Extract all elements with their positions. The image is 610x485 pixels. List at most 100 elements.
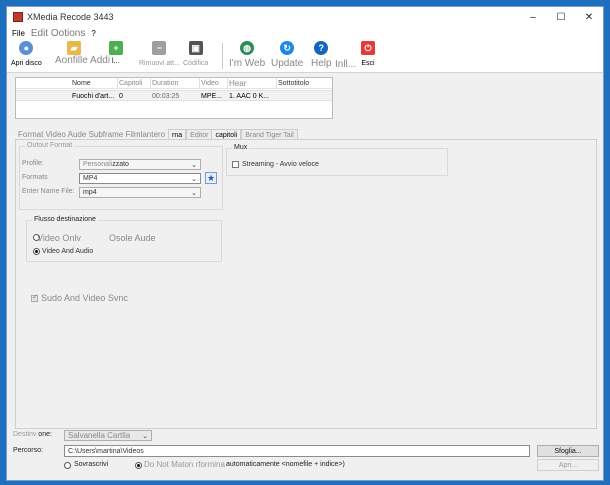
cell-name: Fuochi d'art... <box>72 93 115 100</box>
chevron-down-icon: ⌄ <box>142 432 148 440</box>
overwrite-radio[interactable] <box>64 462 71 469</box>
web-label: I'm Web <box>229 58 266 69</box>
mux-group: Mux Streaming - Avvio veloce <box>226 144 448 176</box>
cell-video: MPE... <box>201 93 223 100</box>
destination-value: Salvanella Cartlla <box>68 431 131 440</box>
extension-select[interactable]: mp4 ⌄ <box>79 187 201 198</box>
encode-label: Codifica <box>183 60 209 67</box>
encode-icon: ▣ <box>188 41 203 55</box>
update-button[interactable]: ↻ Update <box>271 41 303 69</box>
title-bar: XMedia Recode 3443 – ☐ ✕ <box>7 7 603 27</box>
minimize-button[interactable]: – <box>519 7 547 27</box>
update-label: Update <box>271 58 304 69</box>
column-divider <box>150 78 151 89</box>
column-divider <box>199 78 200 89</box>
video-audio-radio[interactable] <box>33 248 40 255</box>
app-window: XMedia Recode 3443 – ☐ ✕ File Edit Ootio… <box>6 6 604 481</box>
profile-value-suffix: zzato <box>112 161 129 168</box>
exit-button[interactable]: ⏻ Esci <box>361 41 375 67</box>
plus-icon: + <box>109 41 123 55</box>
destination-stream-group: Flusso destinazione Video Onlv Osole Aud… <box>26 216 222 262</box>
add-button[interactable]: + <box>109 41 123 55</box>
streaming-label: Streaming - Avvio veloce <box>242 161 319 168</box>
help-button[interactable]: ? Help <box>311 41 332 69</box>
extension-label: Enter Name File: <box>22 188 75 195</box>
profile-label: Profile: <box>22 160 44 167</box>
formats-select[interactable]: MP4 ⌄ <box>79 173 201 184</box>
web-button[interactable]: ◍ I'm Web <box>229 41 265 69</box>
refresh-icon: ↻ <box>280 41 295 55</box>
no-overwrite-radio[interactable] <box>135 462 142 469</box>
globe-icon: ◍ <box>240 41 255 55</box>
cell-duration: 00:03:25 <box>152 93 180 100</box>
extension-value: mp4 <box>83 189 97 196</box>
tab-panel: Outout Format Profile: Personali zzato ⌄ … <box>15 139 597 429</box>
window-title: XMedia Recode 3443 <box>27 12 114 22</box>
menu-help[interactable]: ? <box>91 29 95 38</box>
maximize-button[interactable]: ☐ <box>547 7 575 27</box>
star-icon[interactable]: ★ <box>205 172 217 184</box>
table-row[interactable]: Fuochi d'art... 0 00:03:25 MPE... 1. AAC… <box>16 90 332 101</box>
chevron-down-icon: ⌄ <box>191 175 197 183</box>
no-overwrite-label-suffix: automaticamente <nomefile + indice>) <box>226 461 345 468</box>
audio-only-label: Osole Aude <box>109 233 156 243</box>
formats-label: Formats <box>22 174 48 181</box>
file-table: Nome Capitoli Duration Video Hear Sottot… <box>15 77 333 119</box>
chevron-down-icon: ⌄ <box>191 189 197 197</box>
help-label: Help <box>311 58 332 69</box>
open-button[interactable]: Apri... <box>537 459 599 471</box>
minus-icon: − <box>152 41 167 55</box>
streaming-checkbox[interactable] <box>232 161 239 168</box>
column-header-duration[interactable]: Duration <box>152 80 178 87</box>
remove-button[interactable]: − Rimuovi att... <box>139 41 180 67</box>
column-divider <box>227 78 228 89</box>
path-label: Percorso: <box>13 447 43 454</box>
exit-label: Esci <box>361 60 375 67</box>
profile-value: Personali <box>83 161 113 168</box>
disc-icon: ● <box>19 41 34 55</box>
column-header-subtitle[interactable]: Sottotitolo <box>278 80 309 87</box>
cell-audio: 1. AAC 0 K... <box>229 93 270 100</box>
toolbar-separator <box>222 43 223 69</box>
menu-edit-options[interactable]: Edit Ootions <box>31 28 85 39</box>
encode-button[interactable]: ▣ Codifica <box>183 41 208 67</box>
column-header-chapters[interactable]: Capitoli <box>119 80 142 87</box>
destination-select[interactable]: Salvanella Cartlla ⌄ <box>64 430 152 441</box>
output-format-legend: Outout Format <box>25 142 75 149</box>
window-controls: – ☐ ✕ <box>519 7 603 27</box>
column-header-video[interactable]: Video <box>201 80 219 87</box>
close-window-button[interactable]: ✕ <box>575 7 603 27</box>
table-header: Nome Capitoli Duration Video Hear Sottot… <box>16 78 332 89</box>
overwrite-label: Sovrascrivi <box>74 461 109 468</box>
browse-button[interactable]: Sfoglia... <box>537 445 599 457</box>
column-divider <box>276 78 277 89</box>
info-button[interactable]: Inll... <box>335 59 356 70</box>
sync-checkbox[interactable] <box>31 293 38 302</box>
column-header-name[interactable]: Nome <box>72 80 91 87</box>
path-value: C:\Users\martina\Videos <box>68 447 144 455</box>
chevron-down-icon: ⌄ <box>191 161 197 169</box>
folder-icon: ▰ <box>67 41 81 55</box>
remove-label: Rimuovi att... <box>139 60 180 67</box>
menu-file[interactable]: File <box>12 29 25 38</box>
open-disc-button[interactable]: ● Apri disco <box>11 41 42 67</box>
open-disc-label: Apri disco <box>11 60 42 67</box>
power-icon: ⏻ <box>361 41 375 55</box>
formats-value: MP4 <box>83 175 98 182</box>
output-format-group: Outout Format Profile: Personali zzato ⌄ … <box>19 142 223 210</box>
menu-bar: File Edit Ootions ? <box>7 27 603 39</box>
column-header-audio[interactable]: Hear <box>229 79 246 88</box>
cell-chapters: 0 <box>119 93 123 100</box>
toolbar: ● Apri disco ▰ Aonfille Addi l... + − Ri… <box>7 39 603 73</box>
add-file-label-suffix: l... <box>112 58 120 65</box>
video-only-label: Video Onlv <box>37 233 81 243</box>
video-audio-label: Video And Audio <box>42 248 94 255</box>
column-divider <box>117 78 118 89</box>
destination-label-suffix: one: <box>38 431 52 438</box>
path-input[interactable]: C:\Users\martina\Videos <box>64 445 530 457</box>
profile-select[interactable]: Personali zzato ⌄ <box>79 159 201 170</box>
info-label: Inll... <box>335 59 357 70</box>
app-logo-icon <box>13 12 23 22</box>
destination-label-text: Destinv <box>13 431 37 438</box>
add-file-label: Aonfille Addi <box>55 55 111 66</box>
